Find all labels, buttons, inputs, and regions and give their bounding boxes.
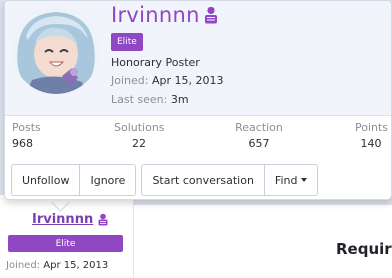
stat-posts-label: Posts xyxy=(12,121,41,134)
joined-label: Joined: xyxy=(111,74,149,87)
user-icon xyxy=(204,6,217,24)
post-author-joined-value: Apr 15, 2013 xyxy=(43,260,109,271)
start-conversation-button[interactable]: Start conversation xyxy=(142,165,265,195)
avatar-image xyxy=(12,6,100,94)
member-stats: Posts 968 Solutions 22 Reaction 657 Poin… xyxy=(5,121,391,157)
user-icon xyxy=(98,213,108,226)
find-menu-button[interactable]: Find xyxy=(265,165,318,195)
stat-reaction: Reaction 657 xyxy=(233,121,285,150)
post-author-username-link[interactable]: Irvinnnn xyxy=(32,212,109,227)
stat-reaction-label: Reaction xyxy=(235,121,283,134)
post-author-username: Irvinnnn xyxy=(32,212,94,227)
member-username: Irvinnnn xyxy=(111,3,200,27)
stat-points: Points 140 xyxy=(355,121,389,150)
conversation-find-group: Start conversation Find xyxy=(141,164,319,196)
member-actions: Unfollow Ignore Start conversation Find xyxy=(11,164,319,196)
avatar[interactable] xyxy=(12,6,100,94)
post-author-joined: Joined: Apr 15, 2013 xyxy=(6,260,108,271)
last-seen-label: Last seen: xyxy=(111,93,168,106)
user-title: Honorary Poster xyxy=(111,56,200,69)
stat-solutions-value: 22 xyxy=(132,137,146,150)
member-username-link[interactable]: Irvinnnn xyxy=(111,3,219,27)
joined-info: Joined: Apr 15, 2013 xyxy=(111,74,223,87)
stat-reaction-value: 657 xyxy=(248,137,270,150)
stat-solutions-label: Solutions xyxy=(114,121,165,134)
post-author-badge: Elite xyxy=(8,235,123,252)
stat-points-label: Points xyxy=(355,121,389,134)
stat-points-value: 140 xyxy=(360,137,382,150)
post-author-joined-label: Joined: xyxy=(6,260,41,271)
page: Irvinnnn Elite Joined: Apr 15, 2013 Requ… xyxy=(0,0,392,278)
ignore-button[interactable]: Ignore xyxy=(80,165,135,195)
member-tooltip-card: Irvinnnn Elite Honorary Poster Joined: A… xyxy=(4,0,392,200)
unfollow-button[interactable]: Unfollow xyxy=(12,165,81,195)
stat-solutions: Solutions 22 xyxy=(114,121,165,150)
thread-heading: Require xyxy=(336,240,392,258)
stat-posts[interactable]: Posts 968 xyxy=(12,121,41,150)
joined-value: Apr 15, 2013 xyxy=(151,74,224,87)
stat-posts-value: 968 xyxy=(12,137,33,150)
user-banner-badge: Elite xyxy=(111,33,143,51)
find-label: Find xyxy=(274,173,298,187)
last-seen-info: Last seen: 3m xyxy=(111,93,189,106)
chevron-down-icon xyxy=(301,178,308,182)
follow-ignore-group: Unfollow Ignore xyxy=(11,164,137,196)
last-seen-value: 3m xyxy=(170,93,189,106)
